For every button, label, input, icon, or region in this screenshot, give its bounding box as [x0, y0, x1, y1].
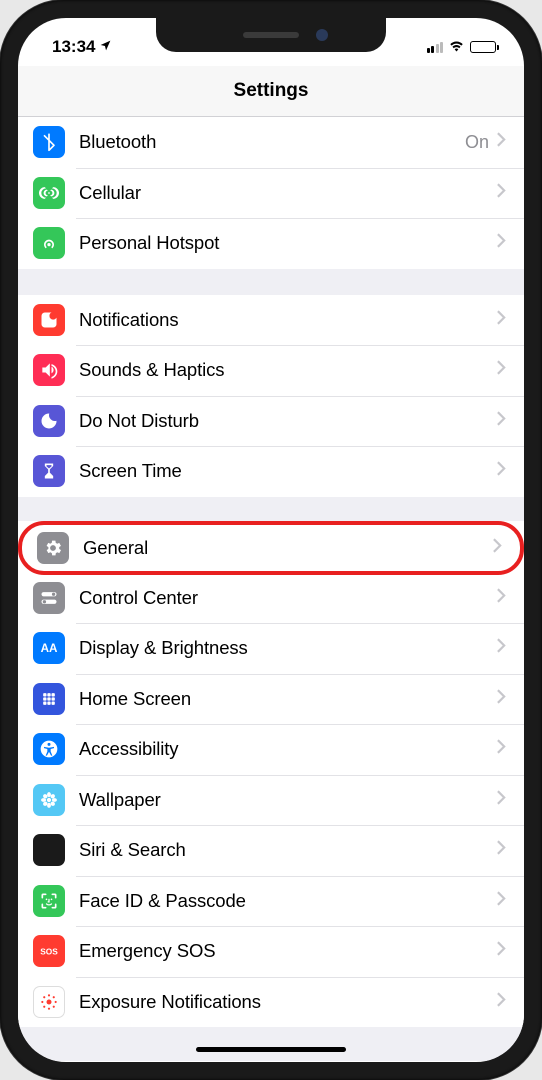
- sounds-icon: [33, 354, 65, 386]
- row-screentime[interactable]: Screen Time: [18, 446, 524, 497]
- row-label: General: [83, 537, 493, 559]
- speaker: [243, 32, 299, 38]
- row-label: Control Center: [79, 587, 497, 609]
- settings-list[interactable]: BluetoothOn Cellular Personal Hotspot Notif…: [18, 117, 524, 1061]
- row-label: Exposure Notifications: [79, 991, 497, 1013]
- row-label: Notifications: [79, 309, 497, 331]
- row-wallpaper[interactable]: Wallpaper: [18, 775, 524, 826]
- chevron-right-icon: [497, 310, 506, 330]
- antenna-icon: [33, 177, 65, 209]
- settings-group: Notifications Sounds & Haptics Do Not Dist…: [18, 295, 524, 497]
- page-title: Settings: [18, 66, 524, 117]
- settings-group: General Control Center Display & Brightnes…: [18, 521, 524, 1028]
- chevron-right-icon: [497, 588, 506, 608]
- siri-icon: [33, 834, 65, 866]
- chevron-right-icon: [497, 891, 506, 911]
- location-icon: [99, 37, 112, 57]
- settings-group: BluetoothOn Cellular Personal Hotspot: [18, 117, 524, 269]
- row-label: Emergency SOS: [79, 940, 497, 962]
- row-label: Siri & Search: [79, 839, 497, 861]
- exposure-icon: [33, 986, 65, 1018]
- chevron-right-icon: [497, 689, 506, 709]
- row-general[interactable]: General: [18, 521, 524, 575]
- gear-icon: [37, 532, 69, 564]
- grid-icon: [33, 683, 65, 715]
- clock: 13:34: [52, 37, 95, 57]
- row-accessibility[interactable]: Accessibility: [18, 724, 524, 775]
- row-label: Cellular: [79, 182, 497, 204]
- chevron-right-icon: [497, 132, 506, 152]
- row-label: Home Screen: [79, 688, 497, 710]
- row-label: Sounds & Haptics: [79, 359, 497, 381]
- row-label: Display & Brightness: [79, 637, 497, 659]
- flower-icon: [33, 784, 65, 816]
- accessibility-icon: [33, 733, 65, 765]
- row-homescreen[interactable]: Home Screen: [18, 674, 524, 725]
- row-display[interactable]: Display & Brightness: [18, 623, 524, 674]
- chevron-right-icon: [497, 992, 506, 1012]
- row-cellular[interactable]: Cellular: [18, 168, 524, 219]
- chevron-right-icon: [497, 790, 506, 810]
- battery-icon: [470, 41, 496, 53]
- chevron-right-icon: [497, 941, 506, 961]
- hourglass-icon: [33, 455, 65, 487]
- row-hotspot[interactable]: Personal Hotspot: [18, 218, 524, 269]
- home-indicator[interactable]: [196, 1047, 346, 1052]
- chevron-right-icon: [497, 840, 506, 860]
- row-sos[interactable]: Emergency SOS: [18, 926, 524, 977]
- aa-icon: [33, 632, 65, 664]
- row-label: Accessibility: [79, 738, 497, 760]
- chevron-right-icon: [497, 233, 506, 253]
- row-label: Face ID & Passcode: [79, 890, 497, 912]
- screen: 13:34 Settings BluetoothOn Cellular Person…: [18, 18, 524, 1062]
- moon-icon: [33, 405, 65, 437]
- row-value: On: [465, 132, 489, 153]
- chevron-right-icon: [497, 360, 506, 380]
- cellular-signal-icon: [427, 42, 444, 53]
- chevron-right-icon: [497, 461, 506, 481]
- front-camera: [316, 29, 328, 41]
- row-sounds[interactable]: Sounds & Haptics: [18, 345, 524, 396]
- row-label: Personal Hotspot: [79, 232, 497, 254]
- chevron-right-icon: [493, 538, 502, 558]
- status-left: 13:34: [52, 37, 112, 57]
- chevron-right-icon: [497, 411, 506, 431]
- row-siri[interactable]: Siri & Search: [18, 825, 524, 876]
- faceid-icon: [33, 885, 65, 917]
- wifi-icon: [448, 37, 465, 57]
- row-faceid[interactable]: Face ID & Passcode: [18, 876, 524, 927]
- status-right: [427, 37, 497, 57]
- hotspot-icon: [33, 227, 65, 259]
- sos-icon: [33, 935, 65, 967]
- notifications-icon: [33, 304, 65, 336]
- row-label: Bluetooth: [79, 131, 465, 153]
- row-exposure[interactable]: Exposure Notifications: [18, 977, 524, 1028]
- chevron-right-icon: [497, 739, 506, 759]
- row-dnd[interactable]: Do Not Disturb: [18, 396, 524, 447]
- chevron-right-icon: [497, 638, 506, 658]
- switches-icon: [33, 582, 65, 614]
- row-bluetooth[interactable]: BluetoothOn: [18, 117, 524, 168]
- row-label: Screen Time: [79, 460, 497, 482]
- notch: [156, 18, 386, 52]
- row-notifications[interactable]: Notifications: [18, 295, 524, 346]
- row-controlcenter[interactable]: Control Center: [18, 573, 524, 624]
- row-label: Wallpaper: [79, 789, 497, 811]
- chevron-right-icon: [497, 183, 506, 203]
- phone-frame: 13:34 Settings BluetoothOn Cellular Person…: [0, 0, 542, 1080]
- bluetooth-icon: [33, 126, 65, 158]
- row-label: Do Not Disturb: [79, 410, 497, 432]
